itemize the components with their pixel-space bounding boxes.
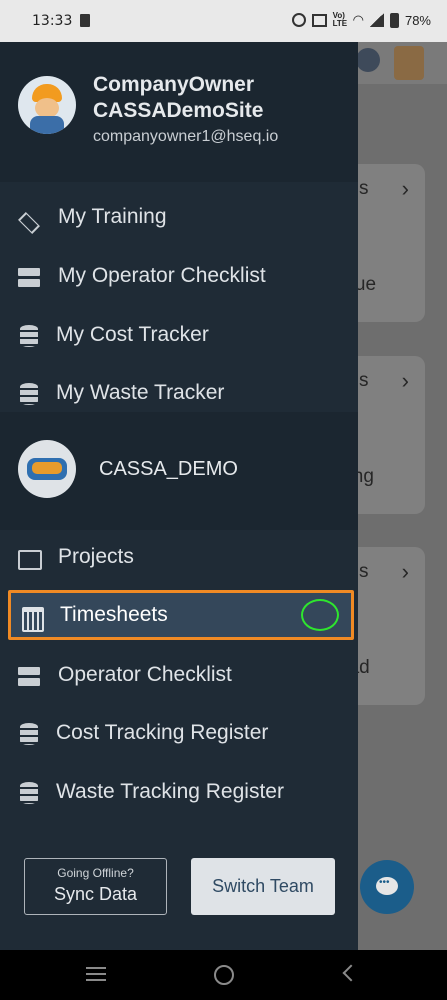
chevron-right-icon: › [401,176,409,201]
database-icon [18,383,40,405]
menu-item-label: Projects [58,545,134,568]
chevron-right-icon: › [401,368,409,393]
menu-item-projects[interactable]: Projects [0,530,358,586]
tap-marker [301,599,339,631]
calendar-icon [21,605,44,632]
database-icon [18,325,40,347]
menu-item-label: My Waste Tracker [56,381,225,404]
profile-email: companyowner1@hseq.io [93,128,279,145]
cast-icon [311,13,327,27]
sync-data-sublabel: Going Offline? [57,866,134,880]
chat-icon [376,877,398,895]
menu-item-timesheets[interactable]: Timesheets [8,590,354,640]
sync-data-button[interactable]: Going Offline? Sync Data [24,858,167,915]
system-nav-bar [0,950,447,1000]
graduation-cap-icon [18,207,40,229]
battery-level: 78% [404,12,431,28]
status-icons: Vo) LTE ◠ 78% [291,11,431,28]
team-logo-icon [356,48,380,72]
menu-item-operator-checklist[interactable]: Operator Checklist [0,648,358,704]
menu-item-my-cost-tracker[interactable]: My Cost Tracker [0,308,358,364]
chat-button[interactable] [360,860,414,914]
menu-item-label: My Cost Tracker [56,323,209,346]
team-header[interactable]: CASSA_DEMO [0,412,358,530]
sync-data-label: Sync Data [53,884,138,904]
alarm-icon [291,13,306,27]
profile-name-line1: CompanyOwner [93,73,255,96]
volte-icon: Vo) LTE [332,11,348,28]
menu-item-waste-tracking-register[interactable]: Waste Tracking Register [0,765,358,821]
menu-item-label: Operator Checklist [58,663,232,686]
menu-item-cost-tracking-register[interactable]: Cost Tracking Register [0,706,358,762]
status-bar: 13:33 Vo) LTE ◠ 78% [0,0,447,42]
signal-icon [369,13,384,27]
chevron-right-icon: › [401,559,409,584]
database-icon [18,723,40,745]
sd-card-icon [80,14,90,27]
navigation-drawer: CompanyOwner CASSADemoSite companyowner1… [0,42,358,950]
menu-item-label: Timesheets [60,603,168,626]
team-name: CASSA_DEMO [99,458,238,480]
status-time: 13:33 [32,13,73,29]
personal-menu: My Training My Operator Checklist My Cos… [0,182,358,412]
back-icon[interactable] [342,964,360,982]
avatar [394,46,424,80]
wifi-icon: ◠ [352,12,364,27]
menu-item-label: My Training [58,205,167,228]
menu-item-my-training[interactable]: My Training [0,190,358,246]
profile-name: CompanyOwner CASSADemoSite [93,72,353,124]
home-icon[interactable] [214,965,234,985]
server-icon [18,665,40,687]
avatar [18,76,76,134]
menu-item-my-operator-checklist[interactable]: My Operator Checklist [0,249,358,305]
profile-name-line2: CASSADemoSite [93,99,264,122]
menu-item-label: My Operator Checklist [58,264,266,287]
battery-icon [389,12,399,28]
menu-item-label: Waste Tracking Register [56,780,284,803]
folder-icon [18,547,42,570]
menu-item-label: Cost Tracking Register [56,721,269,744]
database-icon [18,782,40,804]
profile-header[interactable]: CompanyOwner CASSADemoSite companyowner1… [0,42,358,182]
team-logo-icon [18,440,76,498]
recents-icon[interactable] [86,967,106,981]
server-icon [18,266,40,288]
switch-team-button[interactable]: Switch Team [191,858,335,915]
